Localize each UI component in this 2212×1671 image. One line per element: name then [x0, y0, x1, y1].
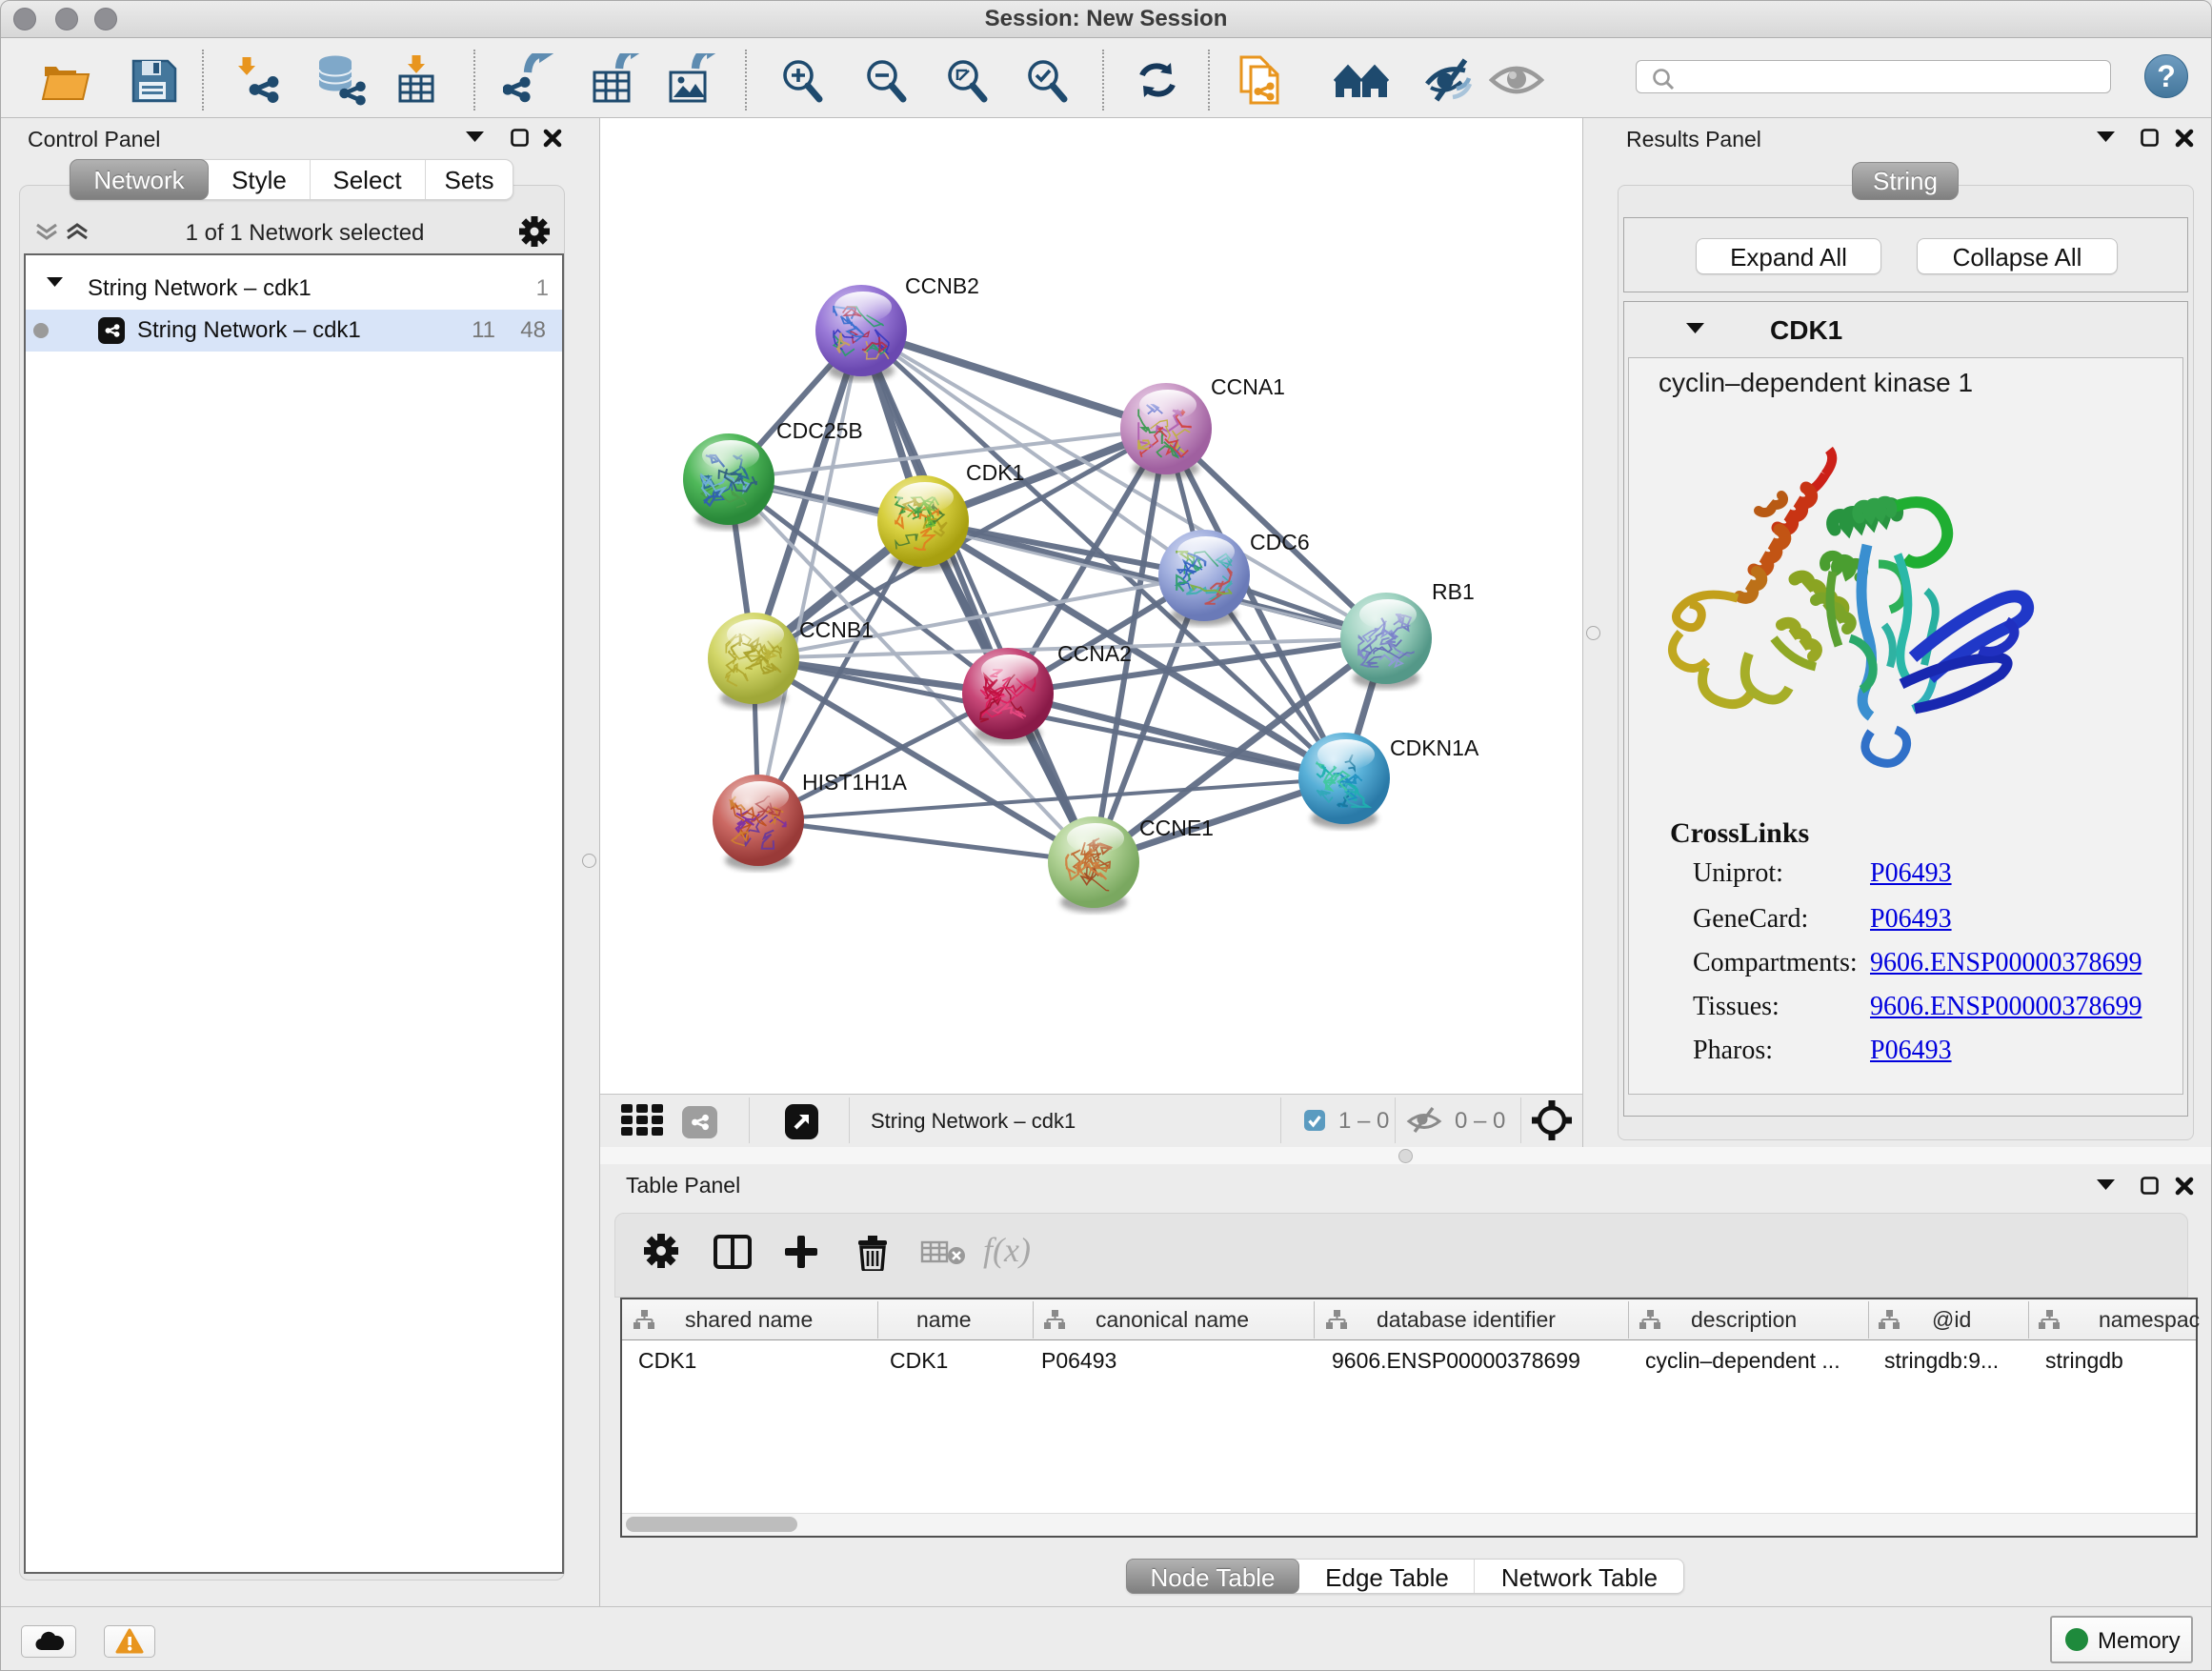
svg-text:RB1: RB1 — [1432, 579, 1475, 604]
svg-text:CDC25B: CDC25B — [776, 418, 863, 443]
svg-text:CCNE1: CCNE1 — [1139, 815, 1214, 840]
svg-text:CDK1: CDK1 — [966, 460, 1024, 485]
svg-text:CDC6: CDC6 — [1250, 530, 1310, 554]
svg-text:CCNA2: CCNA2 — [1057, 641, 1132, 666]
svg-text:CDKN1A: CDKN1A — [1390, 735, 1479, 760]
svg-text:CCNB2: CCNB2 — [905, 273, 979, 298]
svg-text:HIST1H1A: HIST1H1A — [802, 770, 908, 795]
svg-text:CCNB1: CCNB1 — [799, 617, 874, 642]
svg-text:CCNA1: CCNA1 — [1211, 374, 1285, 399]
